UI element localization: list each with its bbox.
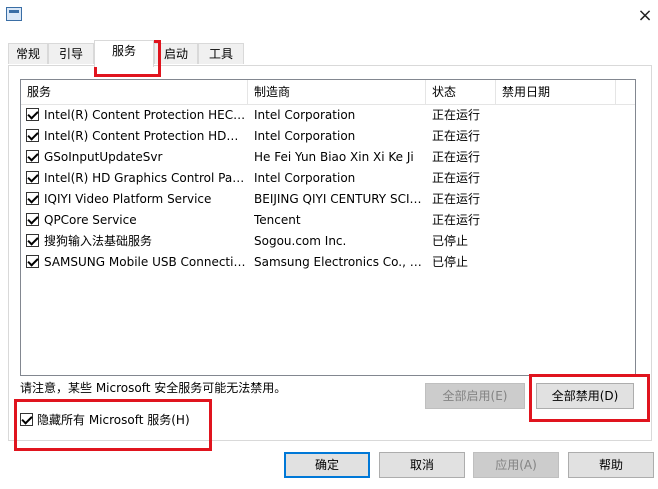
- service-disabled-date: [502, 231, 612, 252]
- service-vendor: Intel Corporation: [254, 129, 356, 143]
- service-status: 已停止: [432, 255, 469, 269]
- service-vendor: Intel Corporation: [254, 108, 356, 122]
- column-header-vendor[interactable]: 制造商: [248, 80, 426, 104]
- tab-tools[interactable]: 工具: [198, 43, 244, 64]
- table-row[interactable]: QPCore Service Tencent 正在运行: [21, 210, 635, 231]
- table-row[interactable]: Intel(R) Content Protection HDCP Service…: [21, 126, 635, 147]
- service-status: 正在运行: [432, 150, 481, 164]
- service-disabled-date: [502, 210, 612, 231]
- service-name: Intel(R) HD Graphics Control Panel Servi…: [44, 171, 246, 185]
- column-header-service[interactable]: 服务: [21, 80, 248, 104]
- service-vendor: He Fei Yun Biao Xin Xi Ke Ji: [254, 150, 414, 164]
- service-name: QPCore Service: [44, 213, 137, 227]
- service-vendor: Samsung Electronics Co., Ltd.: [254, 255, 422, 269]
- hide-ms-services-label: 隐藏所有 Microsoft 服务(H): [37, 413, 190, 427]
- enable-all-button[interactable]: 全部启用(E): [425, 383, 525, 409]
- hide-ms-services-option[interactable]: 隐藏所有 Microsoft 服务(H): [20, 411, 210, 429]
- service-status: 正在运行: [432, 129, 481, 143]
- service-checkbox[interactable]: [26, 234, 39, 247]
- service-vendor: Intel Corporation: [254, 171, 356, 185]
- tab-general[interactable]: 常规: [8, 43, 48, 64]
- service-status: 已停止: [432, 234, 469, 248]
- service-disabled-date: [502, 252, 612, 273]
- service-status: 正在运行: [432, 192, 481, 206]
- tab-bar: 常规 引导 服务 启动 工具: [0, 40, 658, 67]
- tab-services[interactable]: 服务: [94, 40, 154, 67]
- apply-button[interactable]: 应用(A): [473, 452, 559, 478]
- tab-startup[interactable]: 启动: [154, 43, 198, 64]
- table-row[interactable]: Intel(R) HD Graphics Control Panel Servi…: [21, 168, 635, 189]
- service-disabled-date: [502, 147, 612, 168]
- service-checkbox[interactable]: [26, 129, 39, 142]
- table-row[interactable]: GSoInputUpdateSvr He Fei Yun Biao Xin Xi…: [21, 147, 635, 168]
- service-disabled-date: [502, 189, 612, 210]
- service-vendor: BEIJING QIYI CENTURY SCIENCE: [254, 192, 422, 206]
- service-disabled-date: [502, 105, 612, 126]
- service-name: IQIYI Video Platform Service: [44, 192, 212, 206]
- column-header-status[interactable]: 状态: [426, 80, 496, 104]
- service-checkbox[interactable]: [26, 255, 39, 268]
- cancel-button[interactable]: 取消: [379, 452, 465, 478]
- service-name: GSoInputUpdateSvr: [44, 150, 163, 164]
- service-checkbox[interactable]: [26, 213, 39, 226]
- services-list: 服务 制造商 状态 禁用日期 Intel(R) Content Protecti…: [20, 79, 636, 376]
- table-row[interactable]: Intel(R) Content Protection HECI Service…: [21, 105, 635, 126]
- service-status: 正在运行: [432, 171, 481, 185]
- service-checkbox[interactable]: [26, 192, 39, 205]
- column-header-disabled-date[interactable]: 禁用日期: [496, 80, 616, 104]
- close-icon[interactable]: ×: [632, 4, 658, 28]
- tab-boot[interactable]: 引导: [48, 43, 94, 64]
- table-row[interactable]: IQIYI Video Platform Service BEIJING QIY…: [21, 189, 635, 210]
- service-status: 正在运行: [432, 108, 481, 122]
- title-bar: ×: [0, 0, 658, 32]
- list-header: 服务 制造商 状态 禁用日期: [21, 80, 635, 105]
- service-checkbox[interactable]: [26, 150, 39, 163]
- service-checkbox[interactable]: [26, 171, 39, 184]
- system-config-app-icon: [6, 7, 22, 21]
- service-name: SAMSUNG Mobile USB Connectivity Service: [44, 255, 246, 269]
- service-name: Intel(R) Content Protection HECI Service: [44, 108, 246, 122]
- ok-button[interactable]: 确定: [284, 452, 370, 478]
- hide-ms-services-checkbox[interactable]: [20, 413, 33, 426]
- disable-all-button[interactable]: 全部禁用(D): [536, 383, 634, 409]
- table-row[interactable]: 搜狗输入法基础服务 Sogou.com Inc. 已停止: [21, 231, 635, 252]
- service-vendor: Sogou.com Inc.: [254, 234, 347, 248]
- service-disabled-date: [502, 126, 612, 147]
- service-disabled-date: [502, 168, 612, 189]
- service-vendor: Tencent: [254, 213, 301, 227]
- table-row[interactable]: SAMSUNG Mobile USB Connectivity Service …: [21, 252, 635, 273]
- help-button[interactable]: 帮助: [568, 452, 654, 478]
- service-status: 正在运行: [432, 213, 481, 227]
- service-checkbox[interactable]: [26, 108, 39, 121]
- services-note: 请注意，某些 Microsoft 安全服务可能无法禁用。: [20, 381, 287, 395]
- service-name: 搜狗输入法基础服务: [44, 234, 153, 248]
- service-name: Intel(R) Content Protection HDCP Service: [44, 129, 246, 143]
